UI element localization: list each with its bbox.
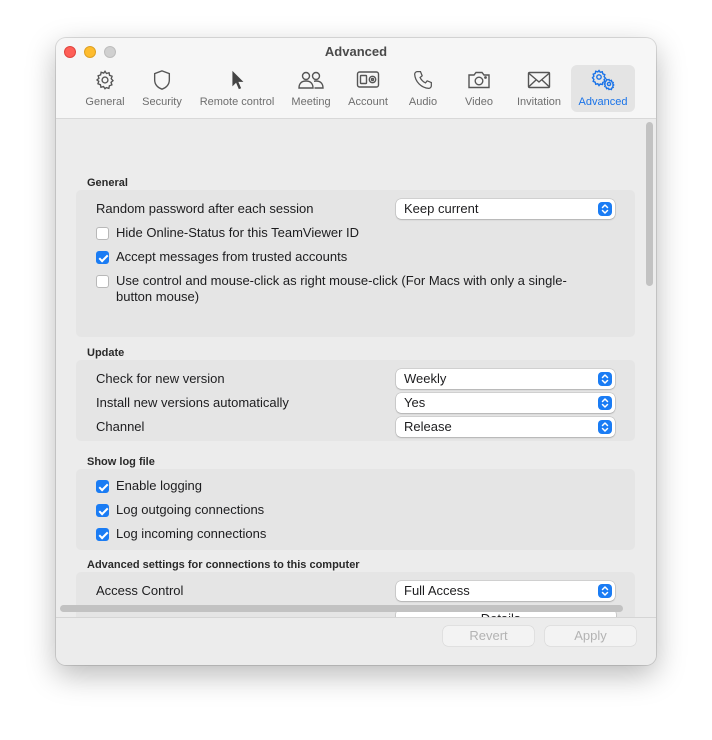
right-click-label-line1: Use control and mouse-click as right mou… (116, 273, 567, 288)
settings-content: General Random password after each sessi… (56, 119, 656, 617)
tab-security[interactable]: Security (140, 65, 184, 112)
tab-video[interactable]: Video (462, 65, 496, 112)
log-incoming-checkbox[interactable] (96, 528, 109, 541)
cursor-icon (229, 67, 245, 93)
section-title-update: Update (87, 347, 125, 359)
access-control-select[interactable]: Full Access (396, 581, 615, 601)
tab-advanced[interactable]: Advanced (571, 65, 635, 112)
section-title-general: General (87, 177, 128, 189)
random-password-label: Random password after each session (96, 201, 314, 216)
chevron-updown-icon (598, 420, 612, 434)
footer-bar: Revert Apply (56, 617, 656, 665)
preferences-window: Advanced General Security Remote control… (56, 38, 656, 665)
chevron-updown-icon (598, 396, 612, 410)
tab-account-label: Account (348, 96, 388, 108)
hide-online-status-checkbox[interactable] (96, 227, 109, 240)
channel-select[interactable]: Release (396, 417, 615, 437)
title-bar: Advanced General Security Remote control… (56, 38, 656, 119)
access-control-label: Access Control (96, 583, 184, 598)
tab-audio-label: Audio (408, 96, 438, 108)
vertical-scrollbar[interactable] (646, 122, 653, 286)
tab-account[interactable]: Account (346, 65, 390, 112)
tab-security-label: Security (142, 96, 182, 108)
enable-logging-label: Enable logging (116, 478, 203, 493)
tab-meeting[interactable]: Meeting (289, 65, 333, 112)
tab-audio[interactable]: Audio (406, 65, 440, 112)
window-title: Advanced (324, 44, 388, 59)
id-card-icon (356, 67, 380, 93)
section-title-advanced-connections: Advanced settings for connections to thi… (87, 559, 360, 571)
install-auto-label: Install new versions automatically (96, 395, 289, 410)
horizontal-scrollbar[interactable] (60, 605, 623, 612)
phone-icon (413, 67, 433, 93)
gear-icon (94, 67, 116, 93)
check-version-select[interactable]: Weekly (396, 369, 615, 389)
install-auto-select[interactable]: Yes (396, 393, 615, 413)
camera-icon (467, 67, 491, 93)
enable-logging-checkbox[interactable] (96, 480, 109, 493)
people-icon (297, 67, 325, 93)
log-incoming-label: Log incoming connections (116, 526, 267, 541)
gears-icon (589, 67, 617, 93)
right-click-label-line2: button mouse) (116, 289, 200, 304)
chevron-updown-icon (598, 584, 612, 598)
envelope-icon (527, 67, 551, 93)
random-password-select[interactable]: Keep current (396, 199, 615, 219)
check-version-label: Check for new version (96, 371, 225, 386)
tab-meeting-label: Meeting (291, 96, 331, 108)
apply-button[interactable]: Apply (545, 626, 636, 646)
random-password-value: Keep current (404, 201, 479, 216)
chevron-updown-icon (598, 202, 612, 216)
install-auto-value: Yes (404, 395, 426, 410)
channel-label: Channel (96, 419, 145, 434)
accept-messages-checkbox[interactable] (96, 251, 109, 264)
access-control-value: Full Access (404, 583, 470, 598)
tab-invitation-label: Invitation (516, 96, 562, 108)
chevron-updown-icon (598, 372, 612, 386)
check-version-value: Weekly (404, 371, 447, 386)
tab-general[interactable]: General (84, 65, 126, 112)
right-click-checkbox[interactable] (96, 275, 109, 288)
hide-online-status-label: Hide Online-Status for this TeamViewer I… (116, 225, 360, 240)
tab-invitation[interactable]: Invitation (513, 65, 565, 112)
log-outgoing-checkbox[interactable] (96, 504, 109, 517)
revert-button[interactable]: Revert (443, 626, 534, 646)
log-outgoing-label: Log outgoing connections (116, 502, 265, 517)
tab-remote-control-label: Remote control (199, 96, 275, 108)
tab-video-label: Video (465, 96, 493, 108)
channel-value: Release (404, 419, 452, 434)
accept-messages-label: Accept messages from trusted accounts (116, 249, 348, 264)
section-title-log: Show log file (87, 456, 155, 468)
tab-general-label: General (85, 96, 125, 108)
shield-icon (152, 67, 172, 93)
tab-advanced-label: Advanced (578, 96, 628, 108)
tab-remote-control[interactable]: Remote control (197, 65, 277, 112)
